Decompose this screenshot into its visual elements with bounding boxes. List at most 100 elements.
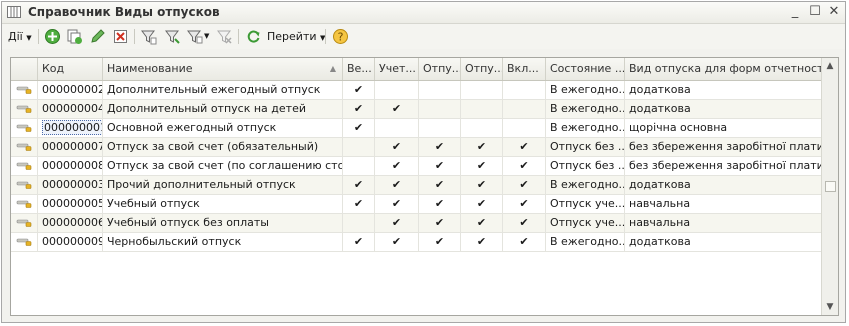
row-icon-cell[interactable] bbox=[11, 176, 38, 194]
cell-flag-2[interactable]: ✔ bbox=[375, 176, 419, 194]
cell-flag-5[interactable]: ✔ bbox=[503, 214, 546, 232]
table-row[interactable]: 000000006 Учебный отпуск без оплаты ✔ ✔ ✔ ✔ От… bbox=[11, 214, 823, 233]
scroll-up-button[interactable]: ▲ bbox=[822, 58, 838, 74]
cell-flag-1[interactable]: ✔ bbox=[343, 100, 375, 118]
cell-name[interactable]: Основной ежегодный отпуск bbox=[103, 119, 343, 137]
cell-flag-1[interactable]: ✔ bbox=[343, 81, 375, 99]
cell-flag-5[interactable]: ✔ bbox=[503, 176, 546, 194]
cell-flag-4[interactable]: ✔ bbox=[461, 157, 503, 175]
header-name[interactable]: Наименование ▲ bbox=[103, 58, 343, 80]
cell-flag-4[interactable]: ✔ bbox=[461, 138, 503, 156]
table-row[interactable]: 000000005 Учебный отпуск ✔ ✔ ✔ ✔ ✔ Отпуск уче..… bbox=[11, 195, 823, 214]
cell-flag-1[interactable]: ✔ bbox=[343, 233, 375, 251]
header-col-4[interactable]: Отпу... bbox=[461, 58, 503, 80]
cell-report-type[interactable]: додаткова bbox=[625, 233, 823, 251]
cell-report-type[interactable]: щорічна основна bbox=[625, 119, 823, 137]
cell-name[interactable]: Прочий дополнительный отпуск bbox=[103, 176, 343, 194]
cell-flag-3[interactable]: ✔ bbox=[419, 214, 461, 232]
cell-state[interactable]: Отпуск уче... bbox=[546, 214, 625, 232]
cell-flag-4[interactable] bbox=[461, 100, 503, 118]
cell-state[interactable]: В ежегодно... bbox=[546, 100, 625, 118]
scrollbar-thumb[interactable] bbox=[825, 181, 836, 192]
cell-flag-4[interactable] bbox=[461, 119, 503, 137]
filter-icon[interactable] bbox=[140, 28, 157, 45]
goto-menu-button[interactable]: Перейти ▼ bbox=[267, 27, 325, 46]
cell-name[interactable]: Отпуск за свой счет (обязательный) bbox=[103, 138, 343, 156]
cell-flag-3[interactable]: ✔ bbox=[419, 233, 461, 251]
table-row[interactable]: 000000008 Отпуск за свой счет (по соглаше… bbox=[11, 157, 823, 176]
cell-flag-2[interactable]: ✔ bbox=[375, 233, 419, 251]
header-code[interactable]: Код bbox=[38, 58, 103, 80]
maximize-button[interactable]: ☐ bbox=[806, 4, 824, 20]
cell-state[interactable]: В ежегодно... bbox=[546, 81, 625, 99]
cell-name[interactable]: Учебный отпуск bbox=[103, 195, 343, 213]
cell-flag-3[interactable]: ✔ bbox=[419, 138, 461, 156]
cell-flag-1[interactable]: ✔ bbox=[343, 195, 375, 213]
cell-name[interactable]: Отпуск за свой счет (по соглашению сторо… bbox=[103, 157, 343, 175]
cell-code[interactable]: 000000003 bbox=[38, 176, 103, 194]
cell-flag-5[interactable]: ✔ bbox=[503, 233, 546, 251]
minimize-button[interactable]: _ bbox=[786, 4, 804, 20]
row-icon-cell[interactable] bbox=[11, 195, 38, 213]
cell-name[interactable]: Учебный отпуск без оплаты bbox=[103, 214, 343, 232]
cell-flag-5[interactable] bbox=[503, 100, 546, 118]
cell-flag-3[interactable] bbox=[419, 100, 461, 118]
table-row[interactable]: 000000007 Отпуск за свой счет (обязательн… bbox=[11, 138, 823, 157]
row-icon-cell[interactable] bbox=[11, 81, 38, 99]
cell-state[interactable]: Отпуск без ... bbox=[546, 157, 625, 175]
cell-flag-5[interactable] bbox=[503, 119, 546, 137]
refresh-icon[interactable] bbox=[245, 28, 262, 45]
cell-code[interactable]: 000000001 bbox=[38, 119, 103, 137]
cell-state[interactable]: В ежегодно... bbox=[546, 233, 625, 251]
copy-icon[interactable] bbox=[66, 28, 83, 45]
header-col-1[interactable]: Ве... bbox=[343, 58, 375, 80]
row-icon-cell[interactable] bbox=[11, 214, 38, 232]
cell-report-type[interactable]: без збереження заробітної плати bbox=[625, 138, 823, 156]
cell-code[interactable]: 000000006 bbox=[38, 214, 103, 232]
scroll-down-button[interactable]: ▼ bbox=[822, 299, 838, 315]
cell-flag-2[interactable]: ✔ bbox=[375, 214, 419, 232]
cell-state[interactable]: В ежегодно... bbox=[546, 119, 625, 137]
cell-state[interactable]: В ежегодно... bbox=[546, 176, 625, 194]
header-state[interactable]: Состояние ... bbox=[546, 58, 625, 80]
cell-flag-3[interactable]: ✔ bbox=[419, 195, 461, 213]
header-col-3[interactable]: Отпу... bbox=[419, 58, 461, 80]
cell-flag-5[interactable]: ✔ bbox=[503, 138, 546, 156]
cell-flag-3[interactable] bbox=[419, 119, 461, 137]
cell-report-type[interactable]: навчальна bbox=[625, 214, 823, 232]
row-icon-cell[interactable] bbox=[11, 233, 38, 251]
cell-report-type[interactable]: додаткова bbox=[625, 81, 823, 99]
cell-report-type[interactable]: додаткова bbox=[625, 176, 823, 194]
cell-flag-2[interactable]: ✔ bbox=[375, 195, 419, 213]
cell-code[interactable]: 000000005 bbox=[38, 195, 103, 213]
table-row[interactable]: 000000003 Прочий дополнительный отпуск ✔ ✔ ✔… bbox=[11, 176, 823, 195]
cell-flag-2[interactable] bbox=[375, 81, 419, 99]
table-row[interactable]: 000000002 Дополнительный ежегодный отпуск… bbox=[11, 81, 823, 100]
row-icon-cell[interactable] bbox=[11, 157, 38, 175]
cell-code[interactable]: 000000002 bbox=[38, 81, 103, 99]
cell-flag-5[interactable]: ✔ bbox=[503, 157, 546, 175]
filter-history-icon[interactable] bbox=[186, 28, 203, 45]
cell-flag-5[interactable]: ✔ bbox=[503, 195, 546, 213]
cell-code[interactable]: 000000008 bbox=[38, 157, 103, 175]
cell-flag-5[interactable] bbox=[503, 81, 546, 99]
cell-flag-1[interactable] bbox=[343, 138, 375, 156]
delete-icon[interactable] bbox=[112, 28, 129, 45]
cell-flag-4[interactable]: ✔ bbox=[461, 195, 503, 213]
cell-flag-3[interactable]: ✔ bbox=[419, 176, 461, 194]
cell-code[interactable]: 000000004 bbox=[38, 100, 103, 118]
cell-code[interactable]: 000000007 bbox=[38, 138, 103, 156]
cell-state[interactable]: Отпуск без ... bbox=[546, 138, 625, 156]
vertical-scrollbar[interactable]: ▲ ▼ bbox=[821, 58, 838, 315]
cell-name[interactable]: Чернобыльский отпуск bbox=[103, 233, 343, 251]
header-col-5[interactable]: Вкл... bbox=[503, 58, 546, 80]
table-row[interactable]: 000000004 Дополнительный отпуск на детей ✔… bbox=[11, 100, 823, 119]
edit-icon[interactable] bbox=[89, 28, 106, 45]
cell-name[interactable]: Дополнительный ежегодный отпуск bbox=[103, 81, 343, 99]
cell-name[interactable]: Дополнительный отпуск на детей bbox=[103, 100, 343, 118]
cell-flag-2[interactable]: ✔ bbox=[375, 138, 419, 156]
row-icon-cell[interactable] bbox=[11, 138, 38, 156]
cell-flag-4[interactable]: ✔ bbox=[461, 214, 503, 232]
row-icon-cell[interactable] bbox=[11, 119, 38, 137]
cell-report-type[interactable]: навчальна bbox=[625, 195, 823, 213]
